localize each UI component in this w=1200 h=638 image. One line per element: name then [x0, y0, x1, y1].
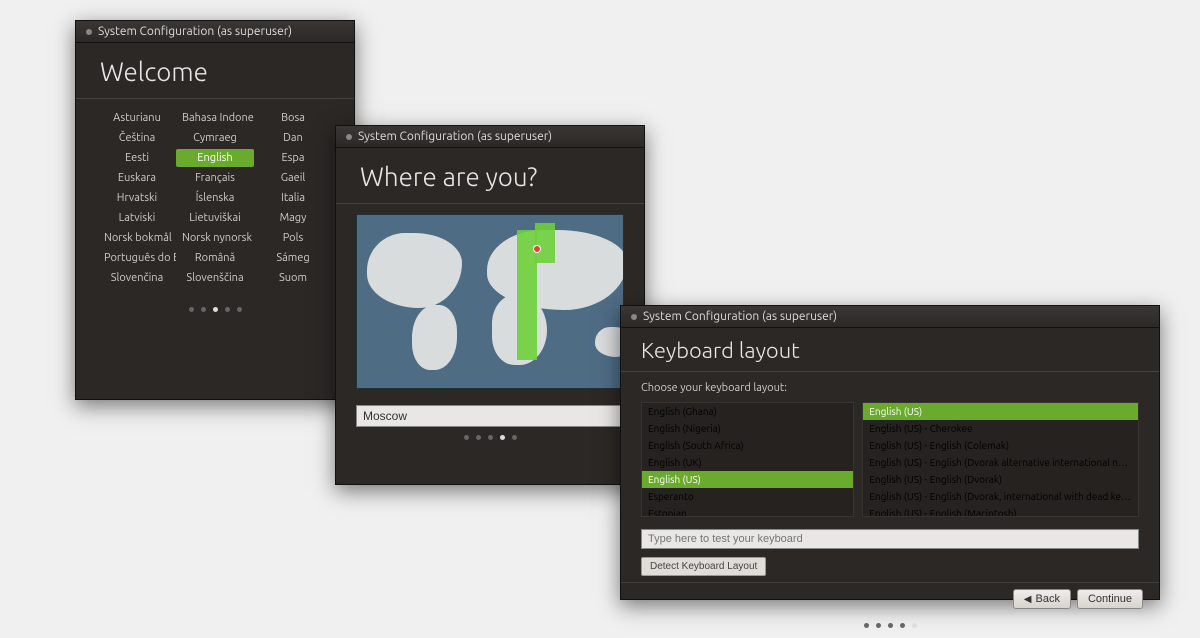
divider — [76, 98, 354, 99]
page-title: Keyboard layout — [621, 328, 1159, 371]
step-dot — [900, 623, 905, 628]
step-dot — [237, 307, 242, 312]
language-option[interactable]: English — [176, 149, 254, 167]
timezone-input[interactable] — [356, 405, 624, 427]
list-item[interactable]: English (UK) — [642, 454, 853, 471]
continue-button[interactable]: Continue — [1077, 589, 1143, 609]
timezone-window: System Configuration (as superuser) Wher… — [335, 125, 645, 485]
step-dot — [876, 623, 881, 628]
list-item[interactable]: Esperanto — [642, 488, 853, 505]
language-option[interactable]: Slovenščina — [176, 269, 254, 287]
language-option[interactable]: Slovenčina — [98, 269, 176, 287]
titlebar[interactable]: System Configuration (as superuser) — [336, 126, 644, 148]
language-option[interactable]: Sámeg — [254, 249, 332, 267]
world-map[interactable] — [356, 214, 624, 389]
step-dot — [476, 435, 481, 440]
language-option[interactable]: Čeština — [98, 129, 176, 147]
chevron-left-icon: ◀ — [1024, 594, 1032, 605]
list-item[interactable]: English (Nigeria) — [642, 420, 853, 437]
keyboard-variant-list[interactable]: English (US)English (US) - CherokeeEngli… — [862, 402, 1139, 517]
step-dot — [488, 435, 493, 440]
divider — [621, 371, 1159, 372]
back-button[interactable]: ◀ Back — [1013, 589, 1071, 609]
language-option[interactable]: Gaeil — [254, 169, 332, 187]
step-dot — [213, 307, 218, 312]
language-option[interactable]: Magy — [254, 209, 332, 227]
divider — [336, 203, 644, 204]
step-dot — [912, 623, 917, 628]
window-control-icon — [631, 314, 637, 320]
language-option[interactable]: Italia — [254, 189, 332, 207]
window-control-icon — [86, 29, 92, 35]
language-option[interactable]: Suom — [254, 269, 332, 287]
step-dot — [512, 435, 517, 440]
language-option[interactable]: Français — [176, 169, 254, 187]
language-option[interactable]: Bahasa Indonesia — [176, 109, 254, 127]
step-dot — [225, 307, 230, 312]
language-option[interactable]: Norsk bokmål — [98, 229, 176, 247]
keyboard-test-input[interactable] — [641, 529, 1139, 549]
language-option[interactable]: Cymraeg — [176, 129, 254, 147]
instruction-label: Choose your keyboard layout: — [621, 382, 1159, 398]
step-dot — [864, 623, 869, 628]
list-item[interactable]: English (US) - English (Dvorak alternati… — [863, 454, 1138, 471]
list-item[interactable]: Estonian — [642, 505, 853, 517]
map-pin-icon — [533, 245, 541, 253]
keyboard-window: System Configuration (as superuser) Keyb… — [620, 305, 1160, 600]
step-dot — [464, 435, 469, 440]
list-item[interactable]: English (Ghana) — [642, 403, 853, 420]
language-option[interactable]: Bosa — [254, 109, 332, 127]
window-title: System Configuration (as superuser) — [358, 130, 552, 143]
language-option[interactable]: Pols — [254, 229, 332, 247]
window-title: System Configuration (as superuser) — [98, 25, 292, 38]
language-option[interactable]: Eesti — [98, 149, 176, 167]
language-grid: AsturianuBahasa IndonesiaBosa ČeštinaCymr… — [98, 109, 332, 287]
step-dot — [888, 623, 893, 628]
list-item[interactable]: English (US) — [863, 403, 1138, 420]
step-indicator — [76, 299, 354, 322]
step-dot — [201, 307, 206, 312]
language-option[interactable]: Hrvatski — [98, 189, 176, 207]
footer: ◀ Back Continue — [621, 582, 1159, 615]
language-option[interactable]: Asturianu — [98, 109, 176, 127]
step-dot — [189, 307, 194, 312]
list-item[interactable]: English (US) - English (Macintosh) — [863, 505, 1138, 517]
welcome-window: System Configuration (as superuser) Welc… — [75, 20, 355, 400]
keyboard-language-list[interactable]: English (Ghana)English (Nigeria)English … — [641, 402, 854, 517]
language-option[interactable]: Euskara — [98, 169, 176, 187]
list-item[interactable]: English (US) - English (Colemak) — [863, 437, 1138, 454]
step-dot — [500, 435, 505, 440]
list-item[interactable]: English (South Africa) — [642, 437, 853, 454]
continue-label: Continue — [1088, 593, 1132, 605]
language-option[interactable]: Lietuviškai — [176, 209, 254, 227]
window-title: System Configuration (as superuser) — [643, 310, 837, 323]
list-item[interactable]: English (US) — [642, 471, 853, 488]
page-title: Welcome — [76, 43, 354, 98]
language-option[interactable]: Dan — [254, 129, 332, 147]
language-option[interactable]: Espa — [254, 149, 332, 167]
detect-keyboard-button[interactable]: Detect Keyboard Layout — [641, 557, 766, 576]
back-label: Back — [1035, 593, 1059, 605]
language-option[interactable]: Íslenska — [176, 189, 254, 207]
list-item[interactable]: English (US) - Cherokee — [863, 420, 1138, 437]
window-control-icon — [346, 134, 352, 140]
language-option[interactable]: Norsk nynorsk — [176, 229, 254, 247]
list-item[interactable]: English (US) - English (Dvorak, internat… — [863, 488, 1138, 505]
titlebar[interactable]: System Configuration (as superuser) — [76, 21, 354, 43]
titlebar[interactable]: System Configuration (as superuser) — [621, 306, 1159, 328]
step-indicator — [336, 427, 644, 450]
page-title: Where are you? — [336, 148, 644, 203]
language-option[interactable]: Português do Brasil — [98, 249, 176, 267]
language-option[interactable]: Română — [176, 249, 254, 267]
list-item[interactable]: English (US) - English (Dvorak) — [863, 471, 1138, 488]
language-option[interactable]: Latviski — [98, 209, 176, 227]
